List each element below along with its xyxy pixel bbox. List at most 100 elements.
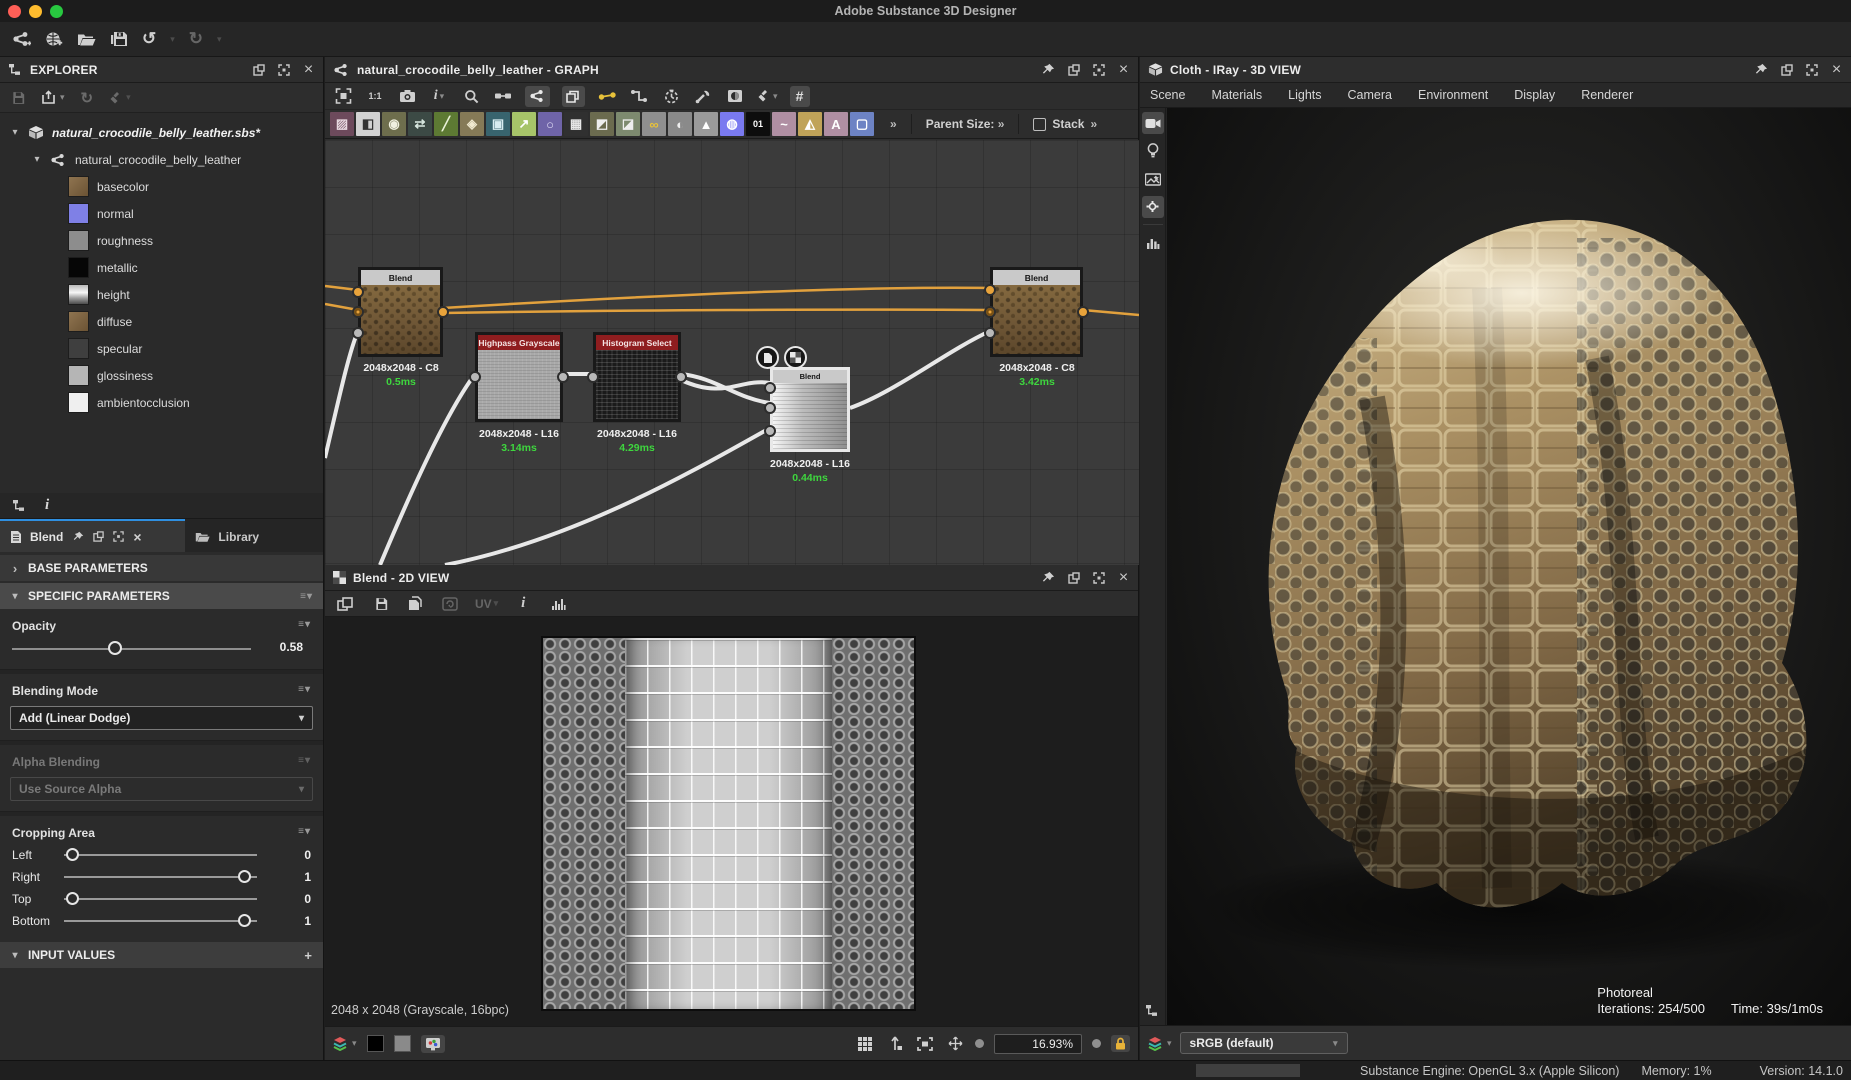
lock-zoom-button[interactable] [1111,1035,1130,1052]
close-panel-button[interactable]: × [1117,571,1130,584]
menu-materials[interactable]: Materials [1211,88,1262,102]
fit-view-button[interactable] [915,1033,935,1054]
viewport-3d[interactable]: Photoreal Iterations: 254/500 Time: 39s/… [1167,108,1851,1025]
node-blend-2[interactable]: Blend [770,367,850,452]
node-input-port[interactable] [764,382,776,394]
crop-right-slider[interactable] [64,876,257,878]
display-filter-button[interactable] [421,1035,445,1053]
node-input-port[interactable] [764,425,776,437]
node-output-port[interactable] [437,306,449,318]
node-input-port[interactable] [352,286,364,298]
palette-transform[interactable]: ▣ [486,112,510,136]
crop-value[interactable]: 1 [271,914,311,928]
add-input-button[interactable]: + [304,948,313,963]
palette-spline[interactable]: ~ [772,112,796,136]
new-substance-button[interactable] [12,31,31,47]
image-info-button[interactable]: i [513,593,533,614]
search-button[interactable] [461,86,481,107]
palette-color-wheel[interactable]: ◍ [720,112,744,136]
display-settings-button[interactable] [1142,196,1164,218]
node-output-port[interactable] [675,371,687,383]
palette-blend[interactable]: ◧ [356,112,380,136]
param-menu-icon[interactable]: ≡▾ [298,619,311,633]
ruler-button[interactable] [885,1033,905,1054]
fit-selection-button[interactable] [333,86,353,107]
crop-top-slider[interactable] [64,898,257,900]
environment-button[interactable] [1142,168,1164,190]
crop-left-slider[interactable] [64,854,257,856]
colorspace-layers-button[interactable]: ▾ [1148,1033,1172,1054]
chevron-down-icon[interactable]: ▾ [32,154,42,165]
new-package-button[interactable] [45,31,63,48]
link-creation-button[interactable] [493,86,513,107]
node-highpass-grayscale[interactable]: Highpass Grayscale [475,332,563,422]
stack-view-toggle[interactable] [562,86,585,107]
clean-graph-button[interactable]: ▾ [757,86,778,107]
palette-directional-warp[interactable]: ↗ [512,112,536,136]
clean-button[interactable]: ▾ [109,91,131,105]
tree-item-package[interactable]: ▾ natural_crocodile_belly_leather.sbs* [0,119,323,146]
render-stats-button[interactable] [1142,231,1164,253]
tree-item-output[interactable]: normal [0,200,323,227]
palette-gradient-map[interactable]: ◩ [590,112,614,136]
colorspace-select[interactable]: sRGB (default) ▾ [1180,1032,1348,1054]
tree-item-output[interactable]: basecolor [0,173,323,200]
redo-menu-button[interactable]: ▾ [217,34,222,45]
crop-value[interactable]: 0 [271,848,311,862]
zoom-out-button[interactable] [975,1039,984,1048]
node-input-port[interactable] [984,306,996,318]
palette-uniform-color[interactable]: ▨ [330,112,354,136]
node-blend-3[interactable]: Blend [990,267,1083,357]
tab-library[interactable]: Library [185,519,323,552]
node-input-port[interactable] [352,327,364,339]
stack-checkbox[interactable] [1033,118,1046,131]
lights-button[interactable] [1142,140,1164,162]
param-menu-icon[interactable]: ≡▾ [298,826,311,840]
close-panel-button[interactable]: × [302,63,315,76]
node-doc-badge[interactable] [756,346,779,369]
tree-item-output[interactable]: height [0,281,323,308]
float-panel-button[interactable] [1067,571,1080,584]
crop-bottom-slider[interactable] [64,920,257,922]
node-input-port[interactable] [984,327,996,339]
texture-preview-2d[interactable] [541,636,916,1011]
node-input-port[interactable] [764,402,776,414]
pin-icon[interactable] [73,531,84,542]
palette-gradient-pin[interactable]: ◪ [616,112,640,136]
slider-knob[interactable] [66,892,79,905]
straight-links-button[interactable] [597,86,617,107]
node-histogram-select[interactable]: Histogram Select [593,332,681,422]
palette-shape[interactable]: ○ [538,112,562,136]
duplicate-view-button[interactable] [335,593,355,614]
palette-rect-select[interactable]: ▢ [850,112,874,136]
open-button[interactable] [77,32,96,47]
palette-tile-sampler[interactable]: ▦ [564,112,588,136]
palette-height-normal[interactable]: ▲ [694,112,718,136]
maximize-panel-button[interactable] [1092,63,1105,76]
crop-value[interactable]: 1 [271,870,311,884]
save-package-button[interactable] [10,91,25,105]
node-output-port[interactable] [1077,306,1089,318]
menu-environment[interactable]: Environment [1418,88,1488,102]
graph-canvas[interactable]: Blend 2048x2048 - C8 0.5ms Highpass Gray… [325,140,1139,565]
close-panel-button[interactable]: × [1830,63,1843,76]
save-all-button[interactable] [110,31,128,47]
info-mode-button[interactable]: i▾ [429,86,449,107]
window-minimize-button[interactable] [29,5,42,18]
zoom-1-1-button[interactable]: 1:1 [365,86,385,107]
slider-knob[interactable] [66,848,79,861]
camera-view-button[interactable] [1142,112,1164,134]
slider-knob[interactable] [108,641,122,655]
channels-select-button[interactable]: ▾ [333,1033,357,1054]
tree-item-graph[interactable]: ▾ natural_crocodile_belly_leather [0,146,323,173]
close-tab-icon[interactable]: × [133,529,141,545]
tab-blend[interactable]: Blend × [0,519,185,552]
slider-knob[interactable] [238,870,251,883]
node-input-port[interactable] [469,371,481,383]
copy-image-button[interactable] [405,593,425,614]
slider-track[interactable] [12,648,251,650]
tree-item-output[interactable]: roughness [0,227,323,254]
histogram-button[interactable] [548,593,568,614]
tree-item-output[interactable]: glossiness [0,362,323,389]
screenshot-button[interactable] [397,86,417,107]
